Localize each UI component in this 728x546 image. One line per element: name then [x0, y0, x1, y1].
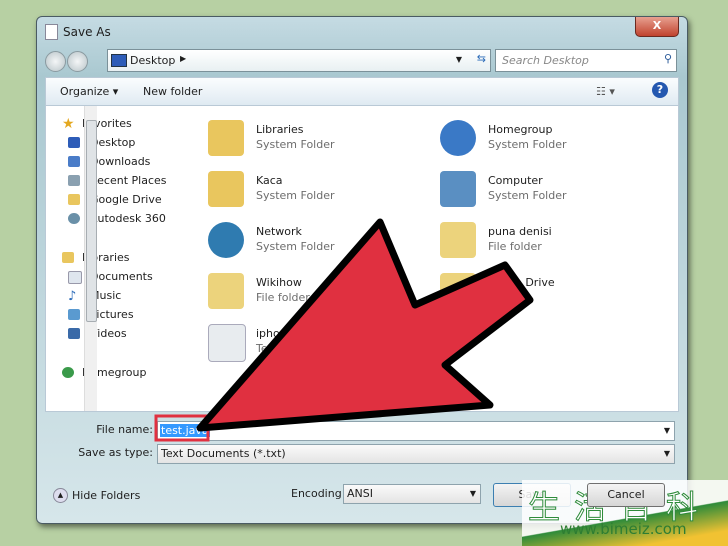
- view-options-icon[interactable]: ☷ ▾: [596, 85, 615, 98]
- item-type: System Folder: [488, 189, 567, 202]
- sidebar-item-autodesk-360[interactable]: Autodesk 360: [90, 212, 166, 225]
- desktop-icon: [68, 137, 80, 148]
- videos-icon: [68, 328, 80, 339]
- new-folder-button[interactable]: New folder: [143, 85, 202, 98]
- address-location: Desktop: [130, 54, 176, 67]
- homegroup-icon: [440, 120, 476, 156]
- item-name: Wikihow: [256, 276, 302, 289]
- folder-icon: [440, 273, 476, 309]
- hide-folders-button[interactable]: Hide Folders: [72, 489, 140, 502]
- documents-icon: [68, 271, 82, 284]
- refresh-icon[interactable]: ⇆: [477, 52, 486, 65]
- file-name-label: File name:: [96, 423, 153, 436]
- organize-button[interactable]: Organize ▾: [60, 85, 118, 98]
- item-name: puna denisi: [488, 225, 552, 238]
- item-name: Libraries: [256, 123, 304, 136]
- folder-icon: [440, 222, 476, 258]
- help-icon[interactable]: ?: [652, 82, 668, 98]
- folder-icon: [208, 273, 244, 309]
- file-name-input[interactable]: test.java ▼: [157, 421, 675, 441]
- save-type-select[interactable]: Text Documents (*.txt) ▼: [157, 444, 675, 464]
- item-type: File folder: [256, 291, 310, 304]
- item-name: Computer: [488, 174, 543, 187]
- forward-button[interactable]: [67, 51, 88, 72]
- save-type-value: Text Documents (*.txt): [161, 447, 286, 460]
- save-type-label: Save as type:: [78, 446, 153, 459]
- item-name: iphon: [256, 327, 287, 340]
- cancel-button[interactable]: Cancel: [587, 483, 665, 507]
- desktop-icon: [111, 54, 127, 67]
- libraries-icon: [62, 252, 74, 263]
- sidebar-item-recent-places[interactable]: Recent Places: [90, 174, 167, 187]
- save-as-dialog: Save As X Desktop ▶ ▼ ⇆ Search Desktop ⚲…: [36, 16, 688, 524]
- save-button[interactable]: Save: [493, 483, 571, 507]
- dropdown-arrow-icon[interactable]: ▼: [664, 449, 670, 458]
- encoding-select[interactable]: ANSI ▼: [343, 484, 481, 504]
- address-bar[interactable]: Desktop ▶ ▼ ⇆: [107, 49, 491, 72]
- computer-icon: [440, 171, 476, 207]
- item-name: Homegroup: [488, 123, 553, 136]
- file-name-value: test.java: [160, 424, 210, 437]
- sidebar-item-downloads[interactable]: Downloads: [90, 155, 150, 168]
- item-type: File folder: [488, 240, 542, 253]
- pictures-icon: [68, 309, 80, 320]
- item-name: le Drive: [512, 276, 555, 289]
- item-type: System Folder: [256, 138, 335, 151]
- item-type: System Folder: [488, 138, 567, 151]
- close-button[interactable]: X: [635, 17, 679, 37]
- recent-places-icon: [68, 175, 80, 186]
- encoding-value: ANSI: [347, 487, 373, 500]
- back-button[interactable]: [45, 51, 66, 72]
- libraries-icon: [208, 120, 244, 156]
- item-type: Tex: [256, 342, 274, 355]
- sidebar-item-documents[interactable]: Documents: [90, 270, 153, 283]
- user-folder-icon: [208, 171, 244, 207]
- search-icon[interactable]: ⚲: [664, 52, 672, 65]
- item-type: System Folder: [256, 240, 335, 253]
- autodesk-icon: [68, 213, 80, 224]
- chevron-right-icon[interactable]: ▶: [180, 54, 186, 63]
- downloads-icon: [68, 156, 80, 167]
- window-title: Save As: [63, 25, 111, 39]
- sidebar-item-google-drive[interactable]: Google Drive: [90, 193, 162, 206]
- google-drive-icon: [68, 194, 80, 205]
- item-type: t: [520, 291, 525, 304]
- sidebar-scrollbar[interactable]: [84, 106, 97, 411]
- search-input[interactable]: Search Desktop ⚲: [495, 49, 677, 72]
- dropdown-arrow-icon[interactable]: ▼: [664, 426, 670, 435]
- toolbar: Organize ▾ New folder ☷ ▾ ?: [45, 77, 679, 106]
- text-file-icon: [208, 324, 246, 362]
- item-name: Network: [256, 225, 302, 238]
- chevron-up-icon[interactable]: ▲: [53, 488, 68, 503]
- music-icon: ♪: [68, 289, 77, 304]
- homegroup-icon: [62, 367, 74, 378]
- item-name: Kaca: [256, 174, 283, 187]
- dropdown-arrow-icon[interactable]: ▼: [470, 489, 476, 498]
- navigation-sidebar: ★ Favorites Desktop Downloads Recent Pla…: [46, 106, 186, 411]
- star-icon: ★: [62, 116, 75, 132]
- history-dropdown-icon[interactable]: ▼: [456, 55, 462, 64]
- notepad-icon: [45, 24, 58, 40]
- network-icon: [208, 222, 244, 258]
- scrollbar-thumb[interactable]: [86, 120, 97, 322]
- encoding-label: Encoding:: [291, 487, 346, 500]
- content-pane: ★ Favorites Desktop Downloads Recent Pla…: [45, 105, 679, 412]
- item-type: System Folder: [256, 189, 335, 202]
- search-placeholder: Search Desktop: [502, 54, 589, 67]
